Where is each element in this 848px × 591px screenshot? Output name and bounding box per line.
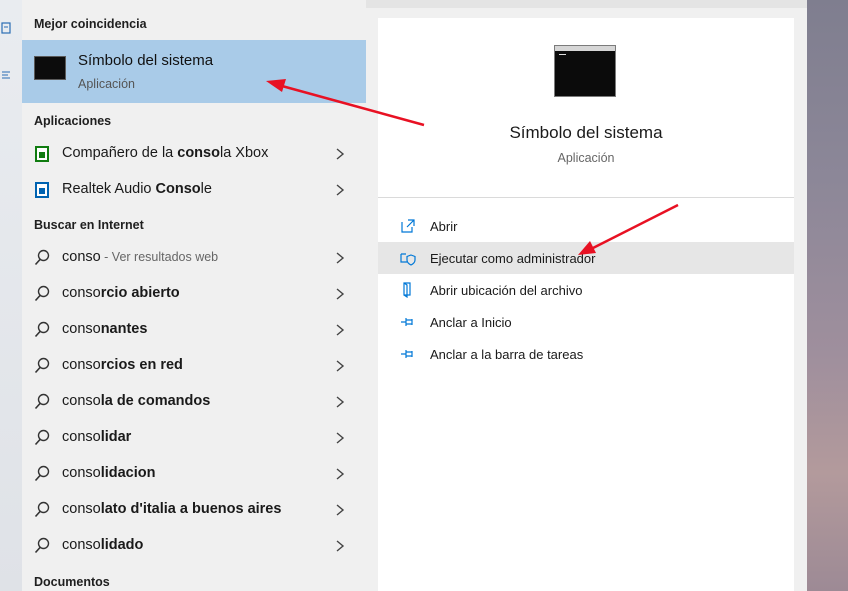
search-icon xyxy=(34,357,50,374)
web-search-item[interactable]: consola de comandos xyxy=(22,384,366,420)
web-search-label: consolidado xyxy=(62,537,144,553)
section-web: Buscar en Internet xyxy=(34,218,144,232)
shield-icon xyxy=(400,253,416,266)
app-item-label: Realtek Audio Console xyxy=(62,181,212,197)
web-search-label: consorcio abierto xyxy=(62,285,180,301)
chevron-right-icon[interactable] xyxy=(334,324,346,336)
best-match-item[interactable]: Símbolo del sistema Aplicación xyxy=(22,40,366,103)
xbox-companion-icon xyxy=(35,146,49,162)
file-location-icon xyxy=(403,282,411,298)
action-label: Abrir ubicación del archivo xyxy=(430,283,583,298)
desktop-icon xyxy=(1,22,11,34)
desktop-left-edge xyxy=(0,0,22,591)
web-search-label: conso - Ver resultados web xyxy=(62,249,219,265)
web-search-label: consonantes xyxy=(62,321,148,337)
top-strip xyxy=(366,0,807,8)
web-search-item[interactable]: consolidacion xyxy=(22,456,366,492)
web-search-item[interactable]: consolidado xyxy=(22,528,366,564)
desktop-icon xyxy=(2,71,10,79)
action-label: Abrir xyxy=(430,219,458,234)
web-search-label: consola de comandos xyxy=(62,393,211,409)
chevron-right-icon[interactable] xyxy=(334,504,346,516)
best-match-subtitle: Aplicación xyxy=(78,77,135,91)
command-prompt-icon xyxy=(34,56,66,80)
web-search-item[interactable]: consonantes xyxy=(22,312,366,348)
chevron-right-icon[interactable] xyxy=(334,432,346,444)
action-label: Anclar a Inicio xyxy=(430,315,512,330)
best-match-title: Símbolo del sistema xyxy=(78,52,214,69)
section-best-match: Mejor coincidencia xyxy=(34,17,147,31)
desktop-right-edge xyxy=(807,0,848,591)
web-search-item[interactable]: consolato d'italia a buenos aires xyxy=(22,492,366,528)
action-open[interactable]: Abrir xyxy=(378,210,794,242)
open-icon xyxy=(401,219,415,233)
chevron-right-icon[interactable] xyxy=(334,540,346,552)
chevron-right-icon[interactable] xyxy=(334,396,346,408)
chevron-right-icon[interactable] xyxy=(334,252,346,264)
search-icon xyxy=(34,285,50,302)
app-item-xbox[interactable]: Compañero de la consola Xbox xyxy=(22,136,366,172)
search-icon xyxy=(34,321,50,338)
chevron-right-icon[interactable] xyxy=(334,360,346,372)
action-open-file-location[interactable]: Abrir ubicación del archivo xyxy=(378,274,794,306)
action-pin-to-taskbar[interactable]: Anclar a la barra de tareas xyxy=(378,338,794,370)
chevron-right-icon[interactable] xyxy=(334,468,346,480)
web-search-label: consorcios en red xyxy=(62,357,183,373)
web-search-label: consolato d'italia a buenos aires xyxy=(62,501,282,517)
app-item-realtek[interactable]: Realtek Audio Console xyxy=(22,172,366,208)
web-search-item[interactable]: consorcios en red xyxy=(22,348,366,384)
web-search-label: consolidacion xyxy=(62,465,156,481)
search-icon xyxy=(34,501,50,518)
chevron-right-icon[interactable] xyxy=(334,184,346,196)
chevron-right-icon[interactable] xyxy=(334,288,346,300)
action-label: Anclar a la barra de tareas xyxy=(430,347,584,362)
action-pin-to-start[interactable]: Anclar a Inicio xyxy=(378,306,794,338)
search-icon xyxy=(34,429,50,446)
realtek-audio-icon xyxy=(35,182,49,198)
web-search-item[interactable]: consorcio abierto xyxy=(22,276,366,312)
section-docs: Documentos xyxy=(34,575,110,589)
action-run-as-admin[interactable]: Ejecutar como administrador xyxy=(378,242,794,274)
search-icon xyxy=(34,465,50,482)
detail-title: Símbolo del sistema xyxy=(509,123,663,142)
action-label: Ejecutar como administrador xyxy=(430,251,596,266)
web-search-item[interactable]: consolidar xyxy=(22,420,366,456)
chevron-right-icon[interactable] xyxy=(334,148,346,160)
divider xyxy=(378,197,794,198)
app-item-label: Compañero de la consola Xbox xyxy=(62,145,269,161)
detail-subtitle: Aplicación xyxy=(557,151,615,165)
pin-icon xyxy=(401,350,413,358)
web-search-label: consolidar xyxy=(62,429,132,445)
section-apps: Aplicaciones xyxy=(34,114,112,128)
search-icon xyxy=(34,249,50,266)
web-search-item[interactable]: conso - Ver resultados web xyxy=(22,240,366,276)
search-icon xyxy=(34,393,50,410)
command-prompt-large-icon xyxy=(554,45,616,97)
pin-icon xyxy=(401,318,413,326)
search-icon xyxy=(34,537,50,554)
